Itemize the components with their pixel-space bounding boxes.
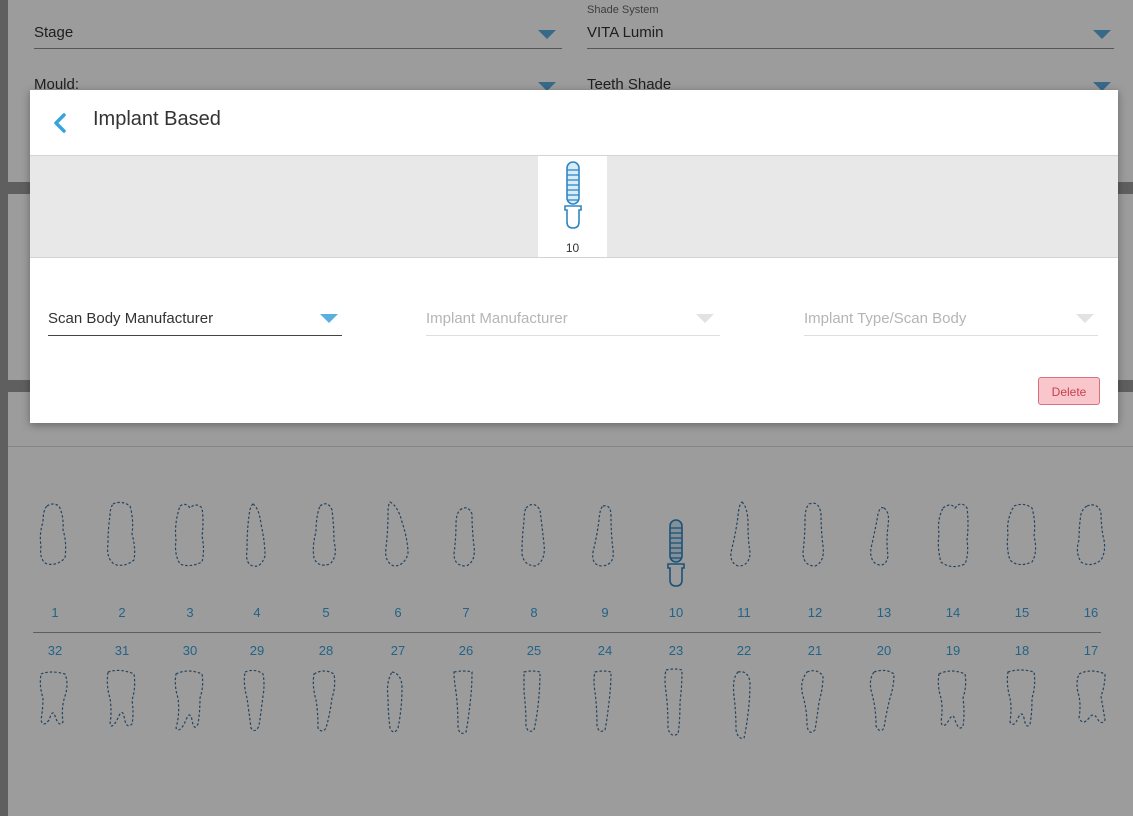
selected-tooth-number: 10 [565, 241, 580, 255]
scan-body-underline [48, 335, 342, 336]
selected-teeth-strip: 10 [30, 155, 1118, 258]
implant-type-arrow-icon[interactable] [1076, 314, 1094, 323]
implant-type-underline [804, 335, 1098, 336]
implant-type-dropdown[interactable]: Implant Type/Scan Body [804, 306, 1098, 336]
selected-tooth-card[interactable]: 10 [538, 156, 607, 257]
back-arrow-icon[interactable] [48, 110, 74, 136]
delete-button[interactable]: Delete [1038, 377, 1100, 405]
implant-manufacturer-dropdown[interactable]: Implant Manufacturer [426, 306, 720, 336]
implant-type-label: Implant Type/Scan Body [804, 310, 967, 327]
dialog-title: Implant Based [93, 108, 221, 130]
scan-body-manufacturer-label: Scan Body Manufacturer [48, 310, 214, 327]
implant-manufacturer-underline [426, 335, 720, 336]
scan-body-manufacturer-dropdown[interactable]: Scan Body Manufacturer [48, 306, 342, 336]
implant-based-dialog: Implant Based 10 Scan Body Manufacturer … [30, 90, 1118, 423]
implant-manufacturer-label: Implant Manufacturer [426, 310, 568, 327]
dialog-header: Implant Based [30, 90, 1118, 155]
implant-icon [564, 161, 582, 229]
scan-body-dropdown-arrow-icon[interactable] [320, 314, 338, 323]
implant-manufacturer-arrow-icon[interactable] [696, 314, 714, 323]
